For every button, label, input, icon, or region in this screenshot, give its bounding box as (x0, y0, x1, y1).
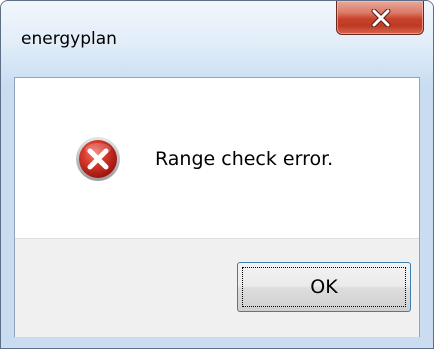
close-button[interactable] (336, 1, 424, 35)
window-title: energyplan (21, 29, 117, 49)
dialog-content: Range check error. OK (14, 77, 420, 337)
dialog-window: energyplan Range check error. OK (0, 0, 434, 349)
ok-button[interactable]: OK (237, 262, 411, 312)
error-icon (76, 137, 120, 181)
close-icon (371, 9, 391, 27)
button-area: OK (15, 238, 419, 337)
error-message: Range check error. (155, 148, 334, 170)
ok-button-label: OK (242, 267, 406, 307)
title-bar[interactable]: energyplan (1, 1, 433, 89)
